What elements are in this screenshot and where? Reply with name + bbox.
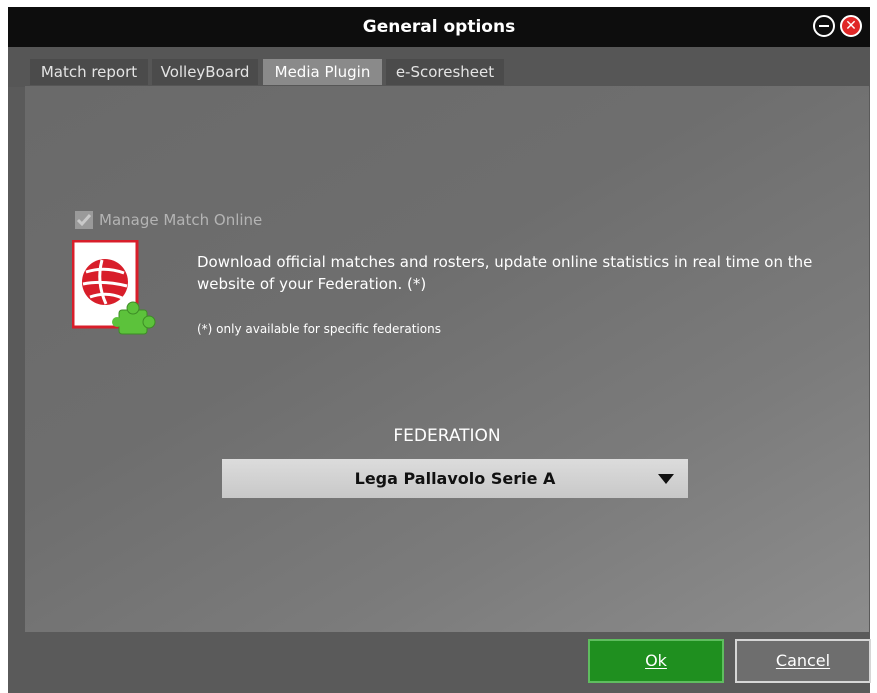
tab-media-plugin[interactable]: Media Plugin [263, 59, 382, 85]
federation-select[interactable]: Lega Pallavolo Serie A [222, 459, 688, 498]
federation-label: FEDERATION [393, 426, 501, 446]
checkbox-label: Manage Match Online [99, 211, 263, 229]
ok-button[interactable]: Ok [588, 639, 724, 683]
window-title: General options [362, 17, 516, 37]
manage-match-online-checkbox[interactable]: Manage Match Online [75, 210, 262, 230]
federation-selected-value: Lega Pallavolo Serie A [354, 469, 556, 488]
plugin-description: Download official matches and rosters, u… [197, 253, 813, 293]
media-plugin-panel: Manage Match Online Download official ma… [25, 86, 869, 632]
volleyball-icon [82, 259, 128, 305]
tab-match-report[interactable]: Match report [30, 59, 148, 85]
cancel-button[interactable]: Cancel [735, 639, 871, 683]
tab-volleyboard[interactable]: VolleyBoard [152, 59, 258, 85]
tab-e-scoresheet[interactable]: e-Scoresheet [386, 59, 504, 85]
close-icon[interactable]: ✕ [840, 15, 862, 37]
title-bar[interactable]: General options ✕ [8, 7, 870, 47]
plugin-availability-note: (*) only available for specific federati… [197, 322, 441, 336]
minimize-icon[interactable] [813, 15, 835, 37]
tab-strip: Match report VolleyBoard Media Plugin e-… [8, 47, 870, 87]
media-plugin-logo [71, 239, 156, 335]
dropdown-arrow-icon[interactable] [658, 474, 674, 484]
general-options-window: General options ✕ Match report VolleyBoa… [8, 7, 871, 693]
checkbox-check-icon[interactable] [75, 211, 93, 229]
